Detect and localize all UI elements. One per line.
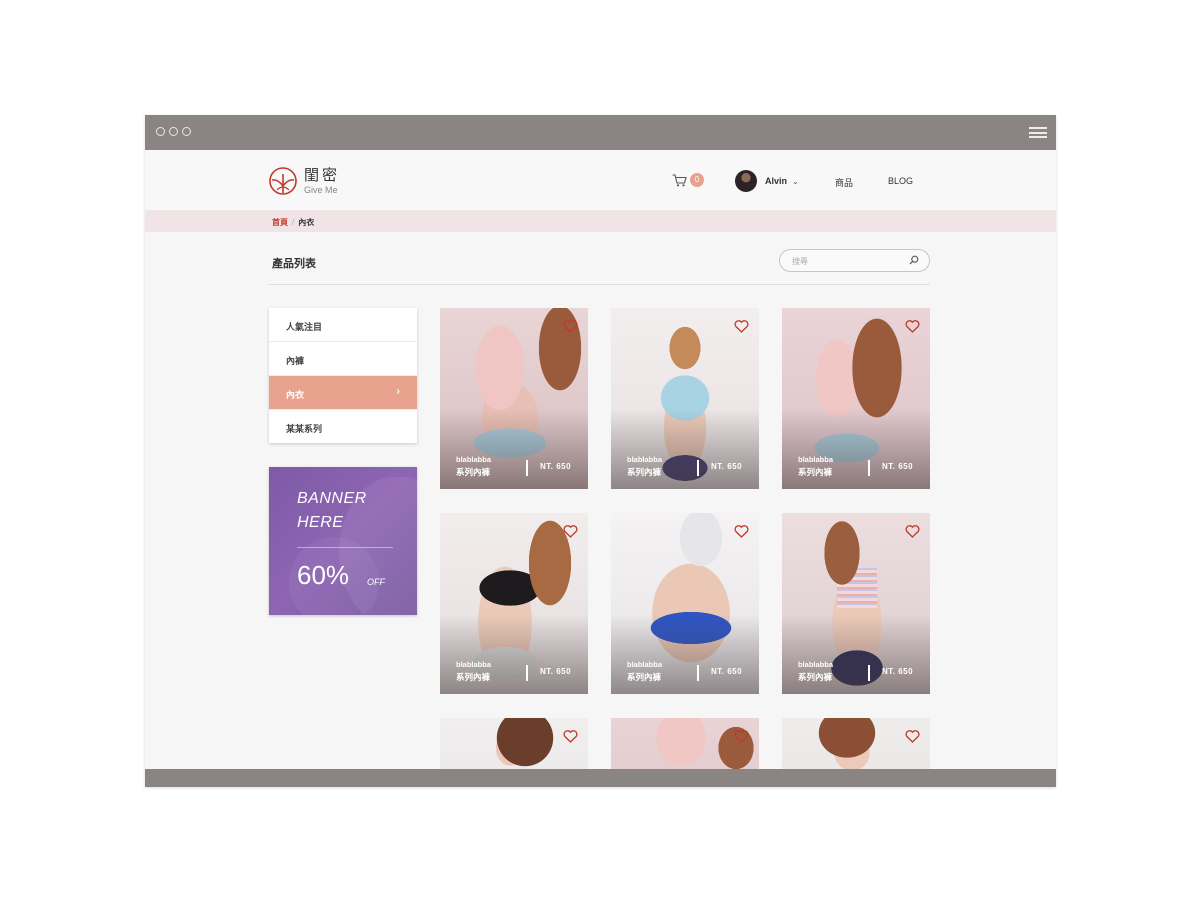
breadcrumb-home[interactable]: 首頁 [272,218,288,227]
title-divider [269,284,930,285]
product-price: NT. 650 [540,462,572,471]
heart-icon[interactable] [905,525,920,538]
product-photo [611,718,759,769]
product-series: 系列內褲 [627,672,662,682]
product-name: blablabba [627,455,663,464]
category-label: 人氣注目 [286,322,323,332]
product-series: 系列內褲 [798,672,833,682]
logo-english: Give Me [304,184,338,195]
user-name: Alvin [765,176,788,186]
window-controls[interactable] [156,127,191,136]
browser-window: 閨密 Give Me 0 Alvin ⌄ 商品 BLOG 首頁 / 內衣 產品列… [145,115,1056,787]
site-logo[interactable]: 閨密 Give Me [268,166,340,196]
category-panties[interactable]: 內褲 [269,342,417,376]
cart-count-badge: 0 [690,173,704,187]
search-input[interactable]: 搜尋 [779,249,930,272]
heart-icon[interactable] [734,320,749,333]
breadcrumb-current: 內衣 [298,218,315,227]
heart-icon[interactable] [563,525,578,538]
product-card[interactable]: blablabba 系列內褲 NT. 650 [440,513,588,694]
heart-icon[interactable] [563,730,578,743]
browser-bottombar [145,769,1056,787]
product-price: NT. 650 [882,667,914,676]
category-list: 人氣注目 內褲 內衣 › 某某系列 [269,308,417,443]
product-series: 系列內褲 [456,467,491,477]
browser-titlebar [145,115,1056,150]
product-card[interactable] [782,718,930,769]
category-bras[interactable]: 內衣 › [269,376,417,410]
breadcrumb-separator: / [292,218,295,227]
category-label: 某某系列 [286,424,323,434]
product-card[interactable]: blablabba 系列內褲 NT. 650 [611,513,759,694]
product-card[interactable]: blablabba 系列內褲 NT. 650 [611,308,759,489]
logo-chinese: 閨密 [304,165,341,184]
window-dot[interactable] [169,127,178,136]
user-menu[interactable]: Alvin ⌄ [735,170,799,192]
product-name: blablabba [456,455,492,464]
product-card[interactable]: blablabba 系列內褲 NT. 650 [782,308,930,489]
product-photo [440,718,588,769]
product-series: 系列內褲 [456,672,491,682]
product-card[interactable]: blablabba 系列內褲 NT. 650 [440,308,588,489]
product-name: blablabba [456,660,492,669]
product-card[interactable] [440,718,588,769]
product-name: blablabba [798,455,834,464]
site-header: 閨密 Give Me 0 Alvin ⌄ 商品 BLOG [145,150,1056,210]
category-series[interactable]: 某某系列 [269,410,417,443]
category-popular[interactable]: 人氣注目 [269,308,417,342]
search-icon[interactable] [909,255,919,265]
nav-products[interactable]: 商品 [835,176,853,189]
breadcrumb: 首頁 / 內衣 [145,210,1056,232]
search-placeholder: 搜尋 [792,257,808,266]
promo-banner[interactable]: BANNER HERE 60% OFF [269,467,417,615]
window-dot[interactable] [182,127,191,136]
cart-button[interactable]: 0 [672,173,704,187]
product-price: NT. 650 [882,462,914,471]
product-series: 系列內褲 [798,467,833,477]
logo-mark-icon [269,167,297,195]
product-name: blablabba [627,660,663,669]
banner-divider [297,547,393,548]
category-label: 內褲 [286,356,305,366]
product-name: blablabba [798,660,834,669]
heart-icon[interactable] [905,320,920,333]
chevron-down-icon: ⌄ [792,176,799,186]
heart-icon[interactable] [734,730,749,743]
product-card[interactable] [611,718,759,769]
heart-icon[interactable] [905,730,920,743]
heart-icon[interactable] [734,525,749,538]
heart-icon[interactable] [563,320,578,333]
category-label: 內衣 [286,390,305,400]
product-price: NT. 650 [540,667,572,676]
banner-off: OFF [367,577,385,587]
product-photo [782,718,930,769]
menu-icon[interactable] [1029,127,1047,141]
product-price: NT. 650 [711,667,743,676]
chevron-right-icon: › [396,386,400,397]
product-card[interactable]: blablabba 系列內褲 NT. 650 [782,513,930,694]
window-dot[interactable] [156,127,165,136]
page-title: 產品列表 [272,258,316,270]
nav-blog[interactable]: BLOG [888,176,913,186]
product-price: NT. 650 [711,462,743,471]
banner-title: BANNER HERE [297,490,367,531]
avatar [735,170,757,192]
banner-percent: 60% [297,560,350,590]
product-series: 系列內褲 [627,467,662,477]
cart-icon [672,173,687,186]
page-viewport: 閨密 Give Me 0 Alvin ⌄ 商品 BLOG 首頁 / 內衣 產品列… [145,150,1056,769]
